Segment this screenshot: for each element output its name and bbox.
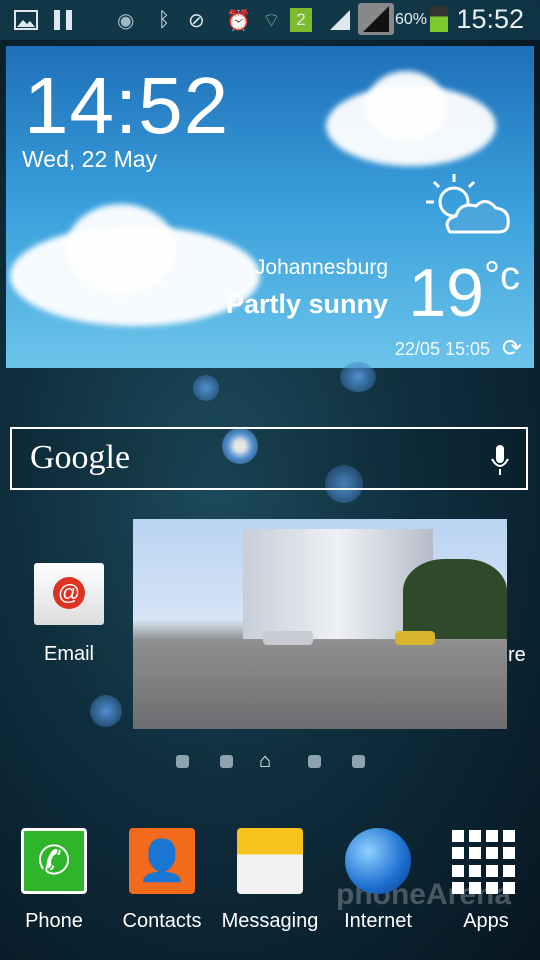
signal-icon-2 [358, 3, 394, 35]
page-indicator-5[interactable] [352, 755, 365, 768]
dock-label: Messaging [221, 910, 319, 932]
phone-icon: ✆ [21, 828, 87, 894]
internet-globe-icon [345, 828, 411, 894]
dock-internet[interactable]: Internet [328, 828, 428, 933]
status-bar[interactable]: ◉ ᛒ ⊘ ⏰ ⌔ 2 60% 15:52 [0, 0, 540, 40]
temp-value: 19 [408, 255, 484, 331]
status-clock: 15:52 [456, 4, 524, 34]
messaging-icon [237, 828, 303, 894]
email-icon: @ [34, 563, 104, 625]
email-app[interactable]: @ Email [26, 563, 112, 666]
partly-sunny-icon [426, 174, 510, 234]
eye-icon: ◉ [117, 9, 135, 32]
pause-icon [52, 8, 74, 32]
battery-icon [430, 6, 448, 32]
dock-messaging[interactable]: Messaging [220, 828, 320, 933]
signal-icon [328, 8, 352, 32]
weather-updated: 22/05 15:05 [394, 339, 490, 359]
temp-unit: °c [484, 254, 520, 298]
weather-widget[interactable]: 14:52 Wed, 22 May Johannesburg Partly su… [6, 46, 534, 368]
widget-date: Wed, 22 May [22, 146, 158, 172]
weather-city: Johannesburg [254, 256, 388, 279]
dock-label: Apps [463, 910, 509, 932]
wifi-icon: ⌔ [262, 9, 281, 32]
widget-time: 14:52 [24, 61, 230, 150]
dock-label: Contacts [122, 910, 202, 932]
dock-contacts[interactable]: 👤 Contacts [112, 828, 212, 933]
photo-widget[interactable] [133, 519, 507, 729]
google-search-bar[interactable]: Google [10, 427, 528, 490]
contacts-icon: 👤 [129, 828, 195, 894]
home-page-icon[interactable]: ⌂ [259, 750, 271, 773]
mic-icon[interactable] [490, 443, 510, 477]
weather-condition: Partly sunny [225, 289, 388, 319]
weather-temperature: 19°c [408, 254, 520, 332]
google-logo: Google [30, 439, 131, 476]
sim-2-icon: 2 [290, 8, 312, 32]
mute-icon: ⊘ [188, 9, 205, 32]
page-indicator-1[interactable] [176, 755, 189, 768]
email-label: Email [43, 643, 94, 665]
partial-app-label: re [508, 644, 526, 666]
dock-apps[interactable]: Apps [436, 828, 536, 933]
page-indicator-4[interactable] [308, 755, 321, 768]
dock-label: Phone [25, 910, 83, 932]
page-indicator-2[interactable] [220, 755, 233, 768]
apps-grid-icon [452, 828, 520, 894]
dock-phone[interactable]: ✆ Phone [4, 828, 104, 933]
gallery-icon [14, 8, 38, 32]
dock-label: Internet [344, 910, 412, 932]
alarm-icon: ⏰ [226, 9, 251, 32]
refresh-icon[interactable]: ⟳ [502, 334, 522, 363]
battery-percent: 60% [395, 11, 428, 28]
bluetooth-icon: ᛒ [158, 8, 170, 31]
